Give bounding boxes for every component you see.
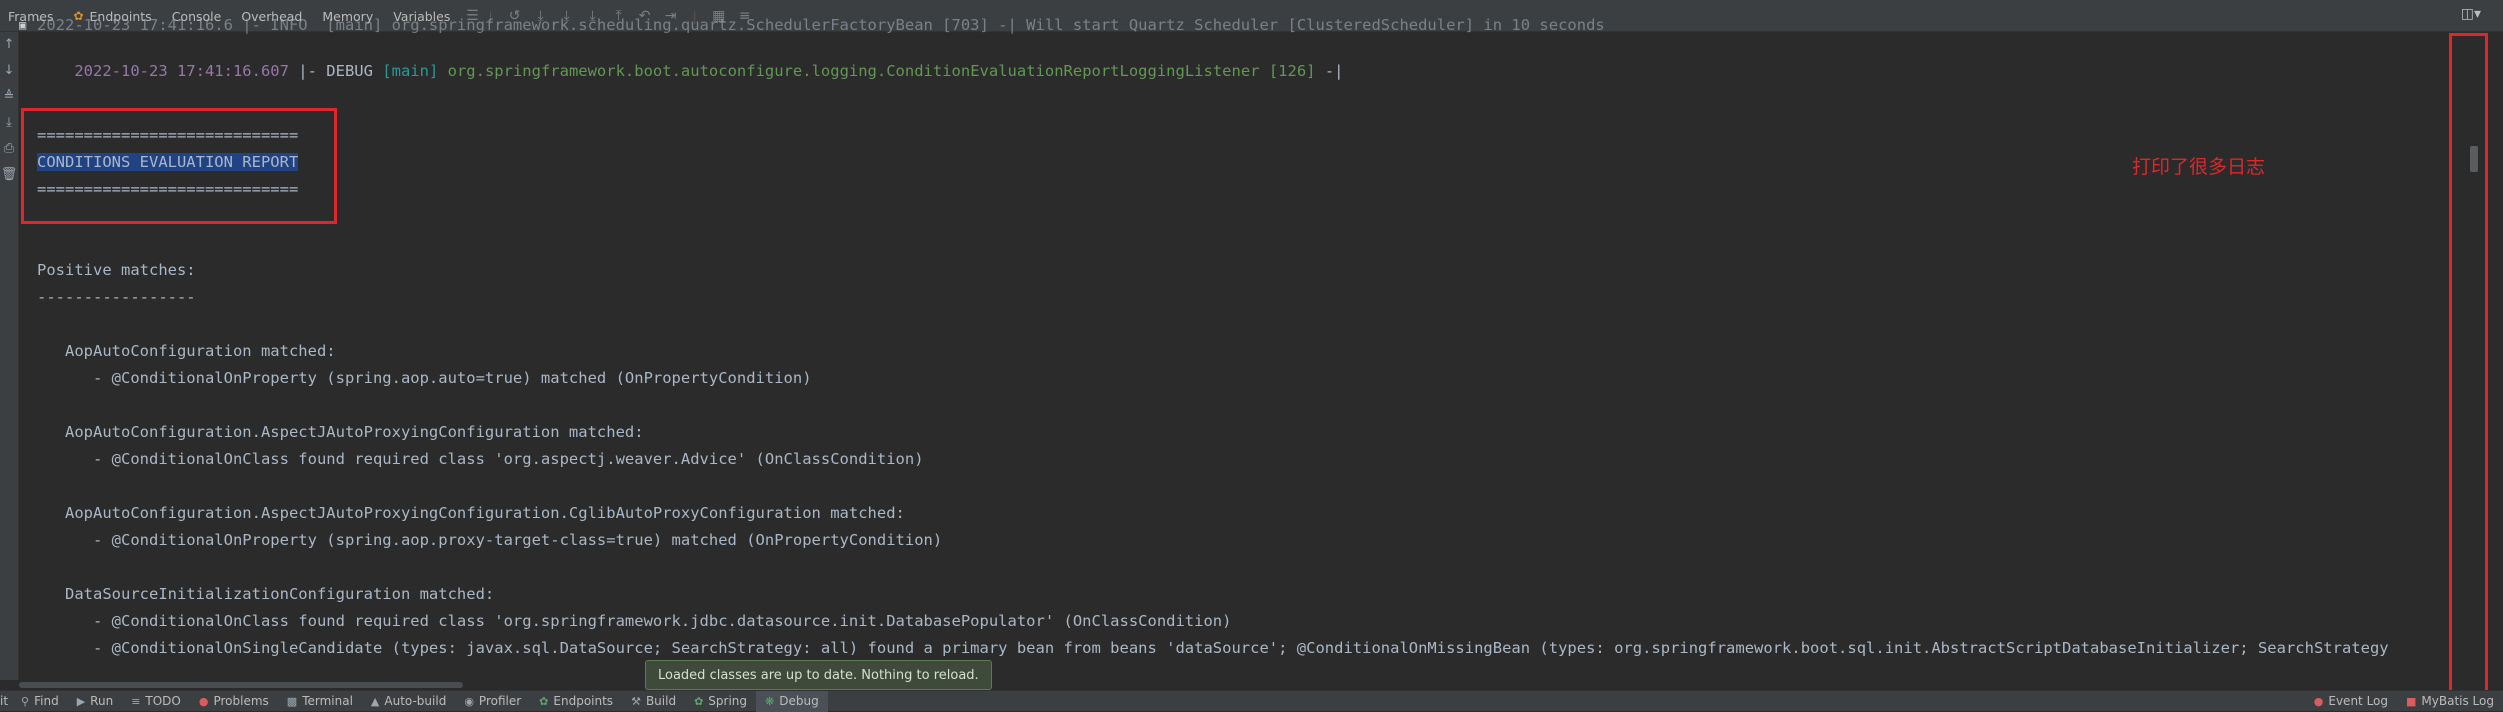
tool-label: Debug <box>779 694 819 708</box>
match-condition: - @ConditionalOnProperty (spring.aop.pro… <box>37 531 943 549</box>
reload-notification[interactable]: Loaded classes are up to date. Nothing t… <box>645 660 992 690</box>
tool-profiler[interactable]: ◉ Profiler <box>455 691 530 712</box>
match-entry: AopAutoConfiguration.AspectJAutoProxying… <box>37 504 905 522</box>
print-icon[interactable]: ⎙ <box>0 136 18 162</box>
log-suffix: -| <box>1315 62 1344 80</box>
report-highlight-box <box>21 108 337 224</box>
tool-window-bar: it ⚲ Find ▶ Run ≡ TODO ● Problems ▩ Term… <box>0 690 2503 712</box>
clear-all-icon[interactable]: 🗑 <box>0 162 18 188</box>
log-line-partial: 2022-10-23 17:41:16.6 |- INFO [main] org… <box>37 18 1605 34</box>
tool-debug[interactable]: ❋ Debug <box>756 690 828 712</box>
tool-label: Spring <box>708 694 748 708</box>
match-condition: - @ConditionalOnSingleCandidate (types: … <box>37 639 2389 657</box>
tool-event-log[interactable]: ● Event Log <box>2305 691 2397 712</box>
tool-terminal[interactable]: ▩ Terminal <box>278 691 362 712</box>
tool-label: Problems <box>213 694 269 708</box>
tool-label: Profiler <box>478 694 522 708</box>
tool-label: Auto-build <box>384 694 447 708</box>
cut-off-label: it <box>0 694 9 708</box>
tool-label: Build <box>645 694 677 708</box>
log-logger: org.springframework.boot.autoconfigure.l… <box>438 62 1316 80</box>
scroll-up-icon[interactable]: ↑ <box>0 32 18 58</box>
tool-endpoints[interactable]: ✿ Endpoints <box>530 691 622 712</box>
debug-icon: ❋ <box>765 694 775 708</box>
scroll-down-icon[interactable]: ↓ <box>0 58 18 84</box>
match-entry: AopAutoConfiguration.AspectJAutoProxying… <box>37 423 644 441</box>
horizontal-scrollbar-thumb[interactable] <box>19 682 463 688</box>
event-log-icon: ● <box>2313 694 2324 708</box>
log-level: |- DEBUG <box>288 62 383 80</box>
spring-icon: ✿ <box>694 694 704 708</box>
tool-run[interactable]: ▶ Run <box>68 691 122 712</box>
match-condition: - @ConditionalOnClass found required cla… <box>37 450 924 468</box>
annotation-note: 打印了很多日志 <box>2132 156 2266 178</box>
scroll-to-end-icon[interactable]: ⤓ <box>0 110 18 136</box>
match-condition: - @ConditionalOnProperty (spring.aop.aut… <box>37 369 812 387</box>
horizontal-scrollbar[interactable] <box>19 680 2449 689</box>
console-output[interactable]: 2022-10-23 17:41:16.6 |- INFO [main] org… <box>19 18 2449 680</box>
cut-off-tab[interactable]: it <box>0 691 12 712</box>
auto-build-icon: ▲ <box>370 694 380 708</box>
tool-mybatis-log[interactable]: ■ MyBatis Log <box>2397 691 2503 712</box>
console-side-toolbar: ↑ ↓ ≜ ⤓ ⎙ 🗑 <box>0 32 19 680</box>
tool-label: Terminal <box>302 694 353 708</box>
tool-auto-build[interactable]: ▲ Auto-build <box>362 691 455 712</box>
match-entry: DataSourceInitializationConfiguration ma… <box>37 585 495 603</box>
todo-icon: ≡ <box>131 694 141 708</box>
tool-label: Run <box>90 694 114 708</box>
endpoints-icon: ✿ <box>539 694 549 708</box>
mybatis-log-icon: ■ <box>2406 694 2417 708</box>
tool-todo[interactable]: ≡ TODO <box>122 691 190 712</box>
run-icon: ▶ <box>76 694 86 708</box>
soft-wrap-icon[interactable]: ≜ <box>0 84 18 110</box>
match-entry: AopAutoConfiguration matched: <box>37 342 336 360</box>
match-condition: - @ConditionalOnClass found required cla… <box>37 612 1232 630</box>
log-line: 2022-10-23 17:41:16.607 |- DEBUG [main] … <box>37 44 1344 98</box>
log-thread: [main] <box>382 62 439 80</box>
section-underline: ----------------- <box>37 288 196 306</box>
layout-settings-icon[interactable]: ◫▾ <box>2461 6 2481 22</box>
tool-spring[interactable]: ✿ Spring <box>685 691 756 712</box>
tool-label: Endpoints <box>553 694 614 708</box>
profiler-icon: ◉ <box>464 694 474 708</box>
build-icon: ⚒ <box>631 694 641 708</box>
tool-label: Find <box>34 694 59 708</box>
section-heading: Positive matches: <box>37 261 196 279</box>
log-timestamp: 2022-10-23 17:41:16.607 <box>74 62 289 80</box>
tool-find[interactable]: ⚲ Find <box>12 691 68 712</box>
scrollbar-highlight-box <box>2449 33 2488 693</box>
tool-build[interactable]: ⚒ Build <box>622 691 685 712</box>
terminal-icon: ▩ <box>286 694 298 708</box>
tool-label: Event Log <box>2328 694 2388 708</box>
tool-label: MyBatis Log <box>2421 694 2494 708</box>
search-icon: ⚲ <box>21 694 30 708</box>
problems-icon: ● <box>198 694 209 708</box>
status-right-group: ● Event Log ■ MyBatis Log <box>2305 691 2503 712</box>
tool-label: TODO <box>145 694 181 708</box>
tool-problems[interactable]: ● Problems <box>190 691 278 712</box>
